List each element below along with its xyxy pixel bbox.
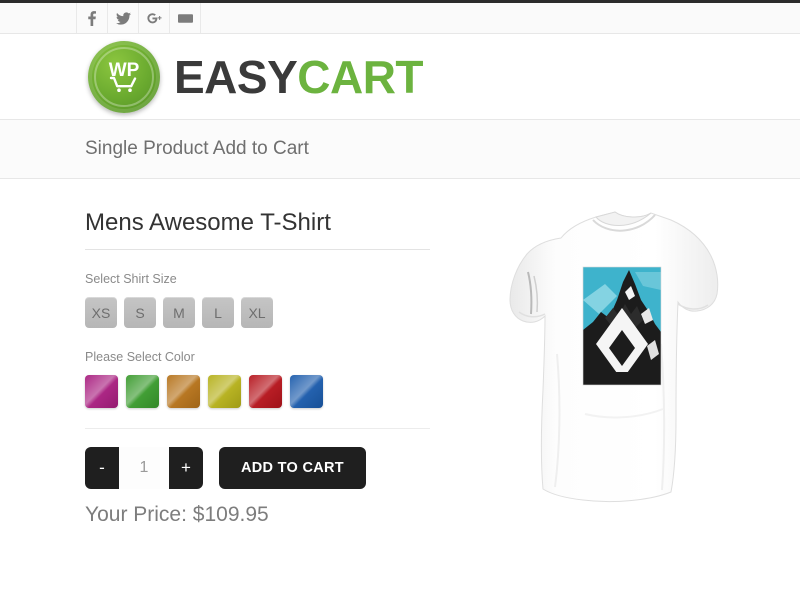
title-divider bbox=[85, 249, 430, 250]
quantity-input[interactable] bbox=[119, 447, 169, 489]
color-selector bbox=[85, 375, 430, 408]
logo-text-easy: EASY bbox=[174, 50, 298, 103]
size-selector: XS S M L XL bbox=[85, 297, 430, 328]
product-details-column: Mens Awesome T-Shirt Select Shirt Size X… bbox=[0, 209, 430, 527]
color-swatch-magenta[interactable] bbox=[85, 375, 118, 408]
wp-cart-badge-icon: WP bbox=[88, 40, 160, 113]
color-swatch-red[interactable] bbox=[249, 375, 282, 408]
social-bar bbox=[0, 3, 800, 34]
product-price: Your Price: $109.95 bbox=[85, 503, 269, 526]
email-icon[interactable] bbox=[169, 3, 201, 33]
site-logo[interactable]: WP EASYCART bbox=[88, 40, 424, 113]
cart-action-row: - + ADD TO CART bbox=[85, 447, 430, 489]
quantity-decrease-button[interactable]: - bbox=[85, 447, 119, 489]
size-option-xs[interactable]: XS bbox=[85, 297, 117, 328]
color-swatch-blue[interactable] bbox=[290, 375, 323, 408]
facebook-icon[interactable] bbox=[76, 3, 108, 33]
main-content: Mens Awesome T-Shirt Select Shirt Size X… bbox=[0, 179, 800, 527]
shirt-graphic bbox=[583, 267, 661, 385]
logo-wordmark: EASYCART bbox=[174, 50, 424, 103]
size-option-label: Select Shirt Size bbox=[85, 272, 177, 286]
color-swatch-olive-yellow[interactable] bbox=[208, 375, 241, 408]
page-title: Single Product Add to Cart bbox=[85, 138, 309, 159]
product-title: Mens Awesome T-Shirt bbox=[85, 209, 331, 236]
color-swatch-green[interactable] bbox=[126, 375, 159, 408]
product-image-column bbox=[430, 209, 800, 527]
googleplus-icon[interactable] bbox=[138, 3, 170, 33]
size-option-xl[interactable]: XL bbox=[241, 297, 273, 328]
site-header: WP EASYCART bbox=[0, 34, 800, 120]
quantity-stepper: - + bbox=[85, 447, 203, 489]
twitter-icon[interactable] bbox=[107, 3, 139, 33]
quantity-increase-button[interactable]: + bbox=[169, 447, 203, 489]
add-to-cart-button[interactable]: ADD TO CART bbox=[219, 447, 366, 489]
page-title-band: Single Product Add to Cart bbox=[0, 120, 800, 179]
logo-text-cart: CART bbox=[297, 50, 424, 103]
size-option-m[interactable]: M bbox=[163, 297, 195, 328]
product-image[interactable] bbox=[465, 204, 765, 524]
options-divider bbox=[85, 428, 430, 429]
size-option-l[interactable]: L bbox=[202, 297, 234, 328]
color-swatch-orange-brown[interactable] bbox=[167, 375, 200, 408]
color-option-label: Please Select Color bbox=[85, 350, 195, 364]
size-option-s[interactable]: S bbox=[124, 297, 156, 328]
